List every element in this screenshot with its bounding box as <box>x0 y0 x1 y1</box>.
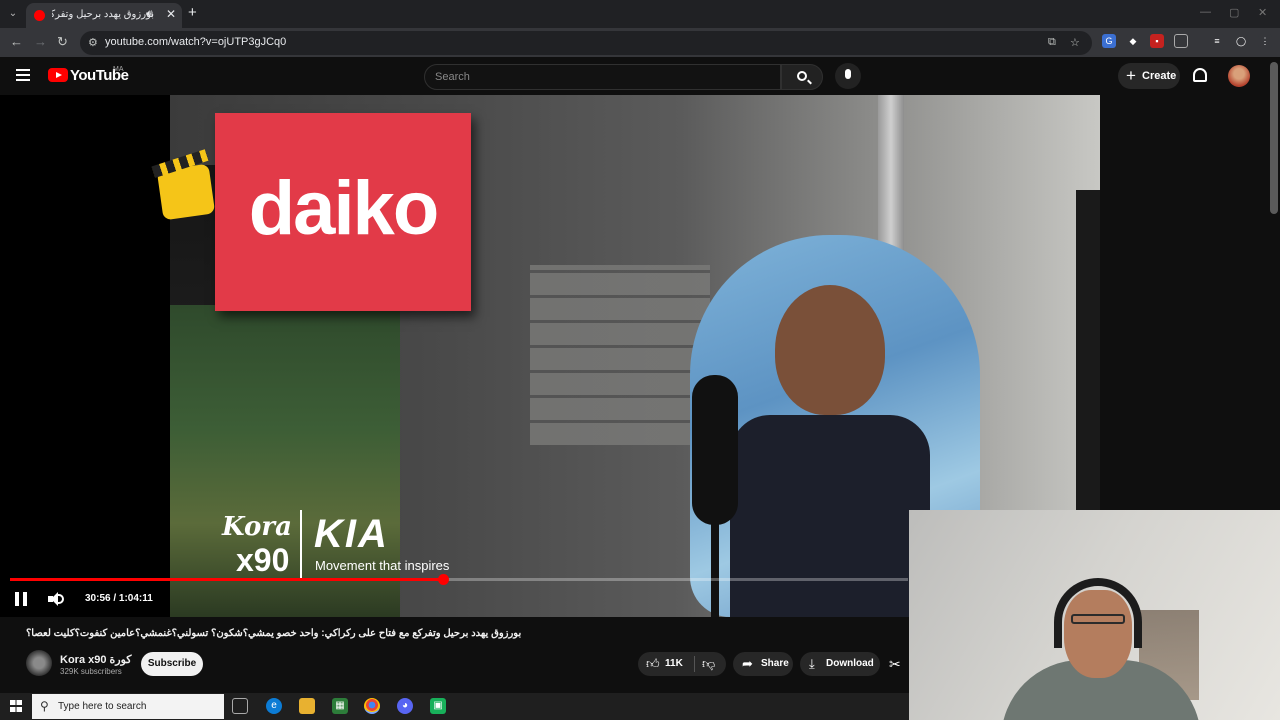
edge-icon[interactable]: e <box>266 698 282 714</box>
menu-icon[interactable] <box>16 69 30 81</box>
youtube-logo-icon[interactable] <box>48 68 68 82</box>
progress-scrubber[interactable] <box>437 574 449 585</box>
youtube-header: YouTube MA Search + Create <box>0 57 1280 95</box>
clapperboard-icon <box>156 163 216 221</box>
share-icon: ➦ <box>742 656 753 671</box>
like-count[interactable]: 11K <box>665 658 683 669</box>
create-button[interactable]: + Create <box>1118 63 1180 89</box>
search-icon <box>797 71 807 81</box>
taskbar-search-input[interactable]: ⚲ Type here to search <box>32 694 224 719</box>
youtube-favicon <box>34 10 45 21</box>
url-text[interactable]: youtube.com/watch?v=ojUTP3gJCq0 <box>105 36 286 48</box>
search-input[interactable]: Search <box>424 64 781 90</box>
kora-logo: Kora x90 <box>212 508 292 580</box>
file-explorer-icon[interactable] <box>299 698 315 714</box>
search-placeholder: Search <box>435 71 470 83</box>
channel-name[interactable]: Kora x90 كورة <box>60 653 132 666</box>
volume-icon-wave <box>58 594 64 604</box>
chrome-icon[interactable] <box>364 698 380 714</box>
voice-search-button[interactable] <box>835 63 861 89</box>
country-code: MA <box>113 66 124 73</box>
new-tab-button[interactable]: + <box>188 4 197 21</box>
thumbs-down-icon[interactable]: 👎︎ <box>702 656 715 672</box>
share-label: Share <box>761 658 789 669</box>
address-bar[interactable]: ⚙ youtube.com/watch?v=ojUTP3gJCq0 ⧉ ☆ <box>80 31 1092 55</box>
video-title: بورزوق يهدد برحيل وتفركع مع فتاح على ركر… <box>26 628 522 639</box>
audio-icon[interactable]: 🔊︎ <box>146 8 153 21</box>
video-brick-wall <box>530 265 710 445</box>
app-icon[interactable]: ▣ <box>430 698 446 714</box>
kora-logo-text: Kora <box>222 512 292 542</box>
kora-logo-number: x90 <box>236 542 290 578</box>
reload-icon[interactable]: ↻ <box>57 34 68 50</box>
studio-microphone <box>692 375 738 525</box>
thumbs-up-icon[interactable]: 👍︎ <box>646 656 660 672</box>
window-close-icon[interactable]: ✕ <box>1258 6 1267 19</box>
create-label: Create <box>1142 70 1177 82</box>
microphone-icon <box>845 69 851 79</box>
kia-tagline: Movement that inspires <box>315 558 450 573</box>
clip-scissors-icon[interactable]: ✂ <box>889 656 901 673</box>
plus-icon: + <box>1126 66 1136 85</box>
download-label: Download <box>826 658 874 669</box>
puzzle-icon[interactable] <box>1174 34 1188 48</box>
microphone-stand <box>711 515 719 617</box>
maximize-icon[interactable]: ▢ <box>1229 6 1239 19</box>
search-icon: ⚲ <box>40 699 49 713</box>
progress-played <box>10 578 443 581</box>
webcam-overlay <box>909 510 1280 720</box>
browser-toolbar: ← → ↻ ⚙ youtube.com/watch?v=ojUTP3gJCq0 … <box>0 28 1280 57</box>
windows-start-icon[interactable] <box>10 700 22 712</box>
volume-button[interactable] <box>48 592 64 606</box>
daiko-sign: daiko <box>215 113 471 311</box>
notifications-bell-icon[interactable] <box>1193 68 1207 82</box>
media-icon[interactable]: ▪ <box>1150 34 1164 48</box>
video-jacket <box>730 415 930 617</box>
daiko-sign-text: daiko <box>248 166 440 251</box>
search-button[interactable] <box>781 64 823 90</box>
volume-icon-cone <box>51 592 58 606</box>
star-icon[interactable]: ☆ <box>1070 36 1080 49</box>
webcam-glasses <box>1071 614 1125 624</box>
extension-icon[interactable]: ◆ <box>1126 34 1140 48</box>
kia-logo: KIA <box>314 512 389 556</box>
tab-title: بورزوق يهدد برحيل وتفركع مع <box>52 9 154 20</box>
page-scrollbar[interactable] <box>1270 62 1278 214</box>
translate-icon[interactable]: G <box>1102 34 1116 48</box>
discord-icon[interactable]: ◕ <box>397 698 413 714</box>
progress-bar[interactable] <box>10 574 908 585</box>
download-button[interactable]: ⤓ Download <box>800 652 880 676</box>
pause-button[interactable] <box>15 592 27 606</box>
video-face <box>775 285 885 415</box>
tab-list-icon[interactable]: ⌄ <box>4 5 22 23</box>
browser-tab-bar: ⌄ بورزوق يهدد برحيل وتفركع مع 🔊︎ ✕ + — ▢… <box>0 0 1280 28</box>
store-icon[interactable]: ▦ <box>332 698 348 714</box>
taskbar-search-placeholder: Type here to search <box>58 701 147 712</box>
download-icon: ⤓ <box>809 656 815 671</box>
profile-icon[interactable]: ◯ <box>1234 34 1248 48</box>
headphones-icon <box>1054 578 1142 648</box>
minimize-icon[interactable]: — <box>1200 6 1211 18</box>
time-display: 30:56 / 1:04:11 <box>85 593 153 604</box>
tab-search-icon[interactable]: ≡ <box>1210 34 1224 48</box>
windows-taskbar: ⚲ Type here to search e ▦ ◕ ▣ <box>0 693 909 720</box>
channel-avatar[interactable] <box>26 650 52 676</box>
subscribe-button[interactable]: Subscribe <box>141 652 203 676</box>
screen: ⌄ بورزوق يهدد برحيل وتفركع مع 🔊︎ ✕ + — ▢… <box>0 0 1280 720</box>
account-avatar[interactable] <box>1228 65 1250 87</box>
close-icon[interactable]: ✕ <box>166 7 176 21</box>
site-info-icon[interactable]: ⚙ <box>88 36 98 49</box>
like-divider <box>694 656 695 672</box>
kebab-icon[interactable]: ⋮ <box>1258 34 1272 48</box>
back-icon[interactable]: ← <box>10 34 23 49</box>
task-view-icon[interactable] <box>232 698 248 714</box>
share-button[interactable]: ➦ Share <box>733 652 793 676</box>
logo-divider <box>300 510 302 578</box>
subscriber-count: 329K subscribers <box>60 667 122 676</box>
browser-tab[interactable]: بورزوق يهدد برحيل وتفركع مع 🔊︎ ✕ <box>26 3 182 28</box>
forward-icon[interactable]: → <box>34 34 47 49</box>
like-dislike-group: 👍︎ 11K 👎︎ <box>638 652 726 676</box>
cast-icon[interactable]: ⧉ <box>1048 36 1056 49</box>
